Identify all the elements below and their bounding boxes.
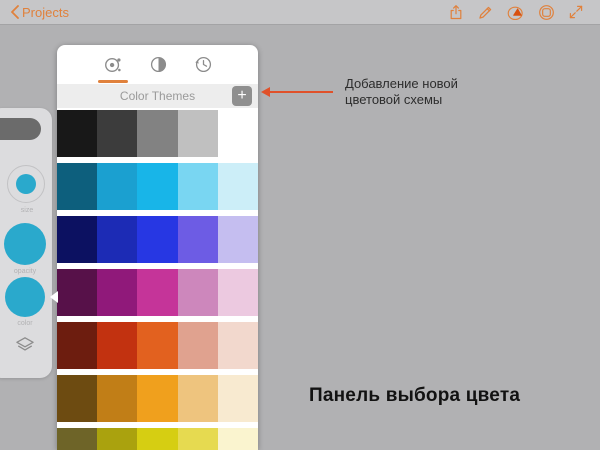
add-theme-annotation: Добавление новой цветовой схемы (345, 76, 458, 108)
panel-pointer-notch (50, 291, 58, 303)
color-swatch[interactable] (57, 216, 98, 263)
pencil-icon[interactable] (477, 4, 494, 21)
color-swatch[interactable] (97, 269, 138, 316)
color-label: color (17, 320, 33, 327)
color-swatch[interactable] (57, 322, 98, 369)
theme-list (57, 108, 258, 450)
shapes-icon[interactable] (507, 4, 525, 21)
color-swatch[interactable] (217, 163, 258, 210)
opacity-label: opacity (13, 268, 37, 275)
color-swatch[interactable] (217, 110, 258, 157)
brush-toolbar: size opacity color (0, 108, 52, 378)
color-swatch[interactable] (137, 322, 178, 369)
color-swatch[interactable] (57, 110, 98, 157)
annotation-arrow-line (268, 91, 333, 93)
color-swatch[interactable] (97, 428, 138, 450)
brush-size-dot (16, 174, 36, 194)
toolbar-drag-handle[interactable] (0, 118, 41, 140)
tab-color-themes[interactable] (97, 50, 128, 83)
add-theme-button[interactable]: + (232, 86, 252, 106)
app-screen: Projects size opacity color Color Themes… (0, 0, 600, 450)
color-swatch[interactable] (177, 375, 218, 422)
back-label: Projects (22, 4, 69, 20)
color-swatch[interactable] (177, 110, 218, 157)
color-control[interactable] (5, 277, 45, 317)
color-swatch[interactable] (217, 322, 258, 369)
opacity-control[interactable] (4, 223, 46, 265)
theme-row-blue[interactable] (57, 216, 258, 263)
brush-size-control[interactable] (7, 165, 45, 203)
color-swatch[interactable] (57, 428, 98, 450)
color-swatch[interactable] (137, 375, 178, 422)
color-swatch[interactable] (217, 269, 258, 316)
share-icon[interactable] (448, 4, 464, 21)
layers-icon[interactable] (15, 336, 35, 359)
color-swatch[interactable] (57, 163, 98, 210)
color-swatch[interactable] (97, 216, 138, 263)
theme-row-red[interactable] (57, 322, 258, 369)
tab-contrast[interactable] (147, 50, 170, 79)
chevron-left-icon (10, 5, 19, 19)
color-swatch[interactable] (217, 216, 258, 263)
theme-row-cyan[interactable] (57, 163, 258, 210)
size-label: size (20, 207, 34, 214)
color-swatch[interactable] (97, 110, 138, 157)
annotation-line1: Добавление новой (345, 76, 458, 91)
color-swatch[interactable] (177, 163, 218, 210)
panel-caption: Панель выбора цвета (309, 385, 521, 406)
color-swatch[interactable] (97, 375, 138, 422)
color-swatch[interactable] (217, 428, 258, 450)
theme-row-yellow[interactable] (57, 428, 258, 450)
theme-row-magenta[interactable] (57, 269, 258, 316)
color-swatch[interactable] (97, 163, 138, 210)
color-swatch[interactable] (97, 322, 138, 369)
tab-history[interactable] (192, 50, 215, 79)
color-swatch[interactable] (57, 269, 98, 316)
top-bar-actions (448, 4, 584, 21)
color-panel-tabs (57, 45, 258, 84)
color-swatch[interactable] (177, 216, 218, 263)
color-themes-title: Color Themes (119, 89, 196, 103)
annotation-line2: цветовой схемы (345, 92, 443, 107)
top-bar: Projects (0, 0, 600, 25)
back-button[interactable]: Projects (10, 5, 69, 20)
color-swatch[interactable] (217, 375, 258, 422)
expand-icon[interactable] (568, 4, 584, 20)
color-panel: Color Themes + (57, 45, 258, 450)
color-swatch[interactable] (177, 322, 218, 369)
theme-row-grayscale[interactable] (57, 110, 258, 157)
color-swatch[interactable] (137, 428, 178, 450)
record-icon[interactable] (538, 4, 555, 21)
color-swatch[interactable] (177, 428, 218, 450)
color-swatch[interactable] (137, 216, 178, 263)
color-swatch[interactable] (177, 269, 218, 316)
color-swatch[interactable] (137, 163, 178, 210)
theme-row-brown[interactable] (57, 375, 258, 422)
color-themes-header: Color Themes + (57, 84, 258, 108)
color-swatch[interactable] (137, 110, 178, 157)
color-swatch[interactable] (137, 269, 178, 316)
color-swatch[interactable] (57, 375, 98, 422)
